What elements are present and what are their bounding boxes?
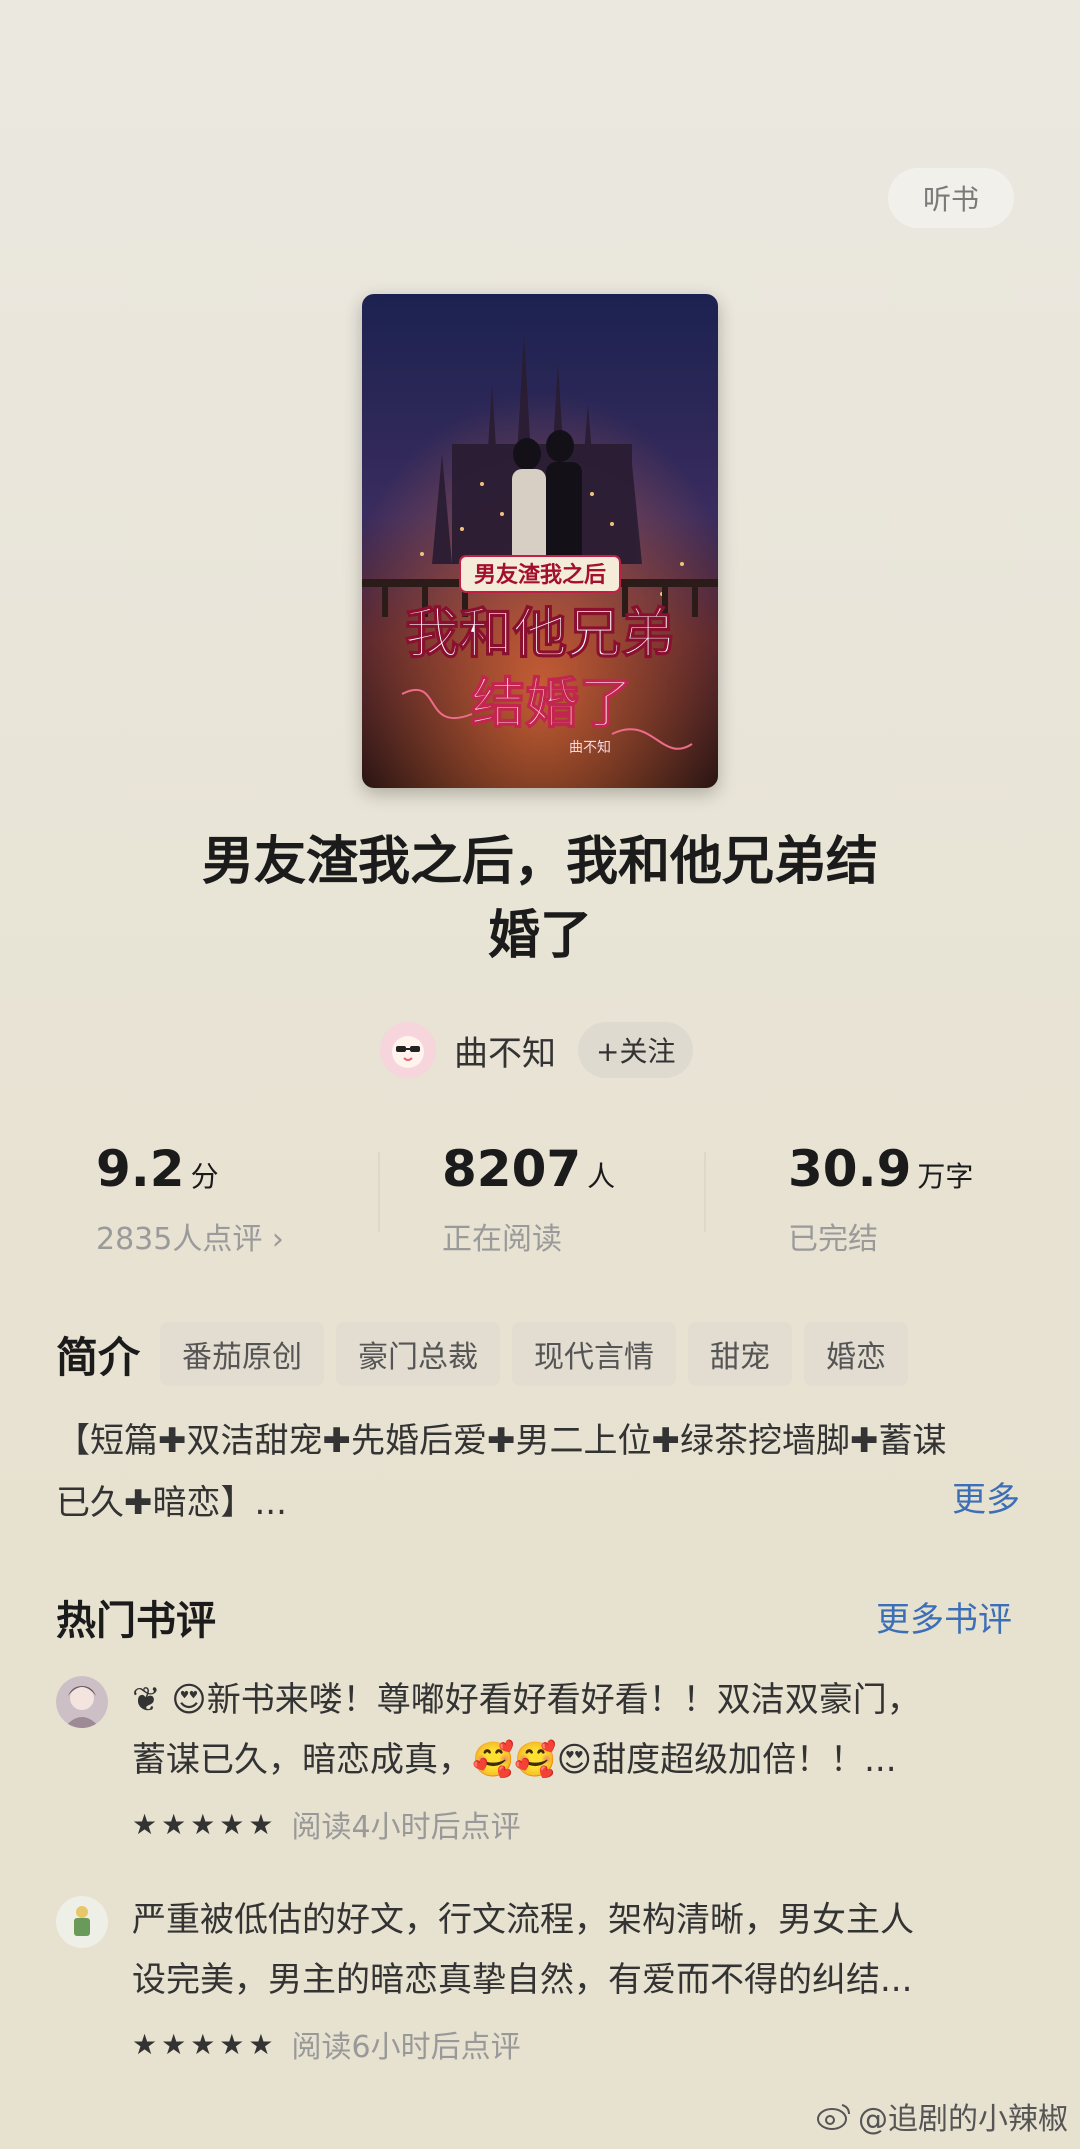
intro-label: 简介 [56,1332,141,1382]
review-item[interactable]: 严重被低估的好文，行文流程，架构清晰，男女主人 设完美，男主的暗恋真挚自然，有爱… [0,1896,1080,2076]
words-unit: 万字 [917,1160,974,1193]
rating-stars: ★★★★★ [132,1807,278,1841]
follow-button[interactable]: +关注 [578,1022,694,1078]
review-text: 严重被低估的好文，行文流程，架构清晰，男女主人 设完美，男主的暗恋真挚自然，有爱… [132,1890,1012,2010]
cover-title-bottom: 结婚了 [471,671,633,735]
cover-title-main: 我和他兄弟 [405,601,675,665]
book-stats: 9.2 分 2835人点评 › 8207 人 正在阅读 30.9 万字 已完结 [0,1140,1080,1260]
readers-value: 8207 [442,1140,582,1198]
reviews-title: 热门书评 [56,1598,216,1644]
intro-text-line1: 【短篇✚双洁甜宠✚先婚后爱✚男二上位✚绿茶挖墙脚✚蓄谋 [56,1421,947,1461]
book-title-line2: 婚了 [487,906,592,966]
tag[interactable]: 现代言情 [512,1322,677,1386]
avatar-sunglasses-icon [380,1022,436,1078]
words-value: 30.9 [788,1140,912,1198]
score-unit: 分 [190,1160,219,1193]
listen-button[interactable]: 听书 [888,168,1014,228]
author-row: 曲不知 +关注 [380,1020,694,1080]
review-text-line1: ❦ 😍新书来喽！尊嘟好看好看好看！！双洁双豪门， [132,1680,921,1720]
intro-more-link[interactable]: 更多 [952,1472,1020,1521]
review-item[interactable]: ❦ 😍新书来喽！尊嘟好看好看好看！！双洁双豪门， 蓄谋已久，暗恋成真，🥰🥰😍甜度… [0,1676,1080,1856]
author-avatar[interactable] [380,1022,436,1078]
intro-text-line2: 已久✚暗恋】... [56,1483,287,1523]
stat-words: 30.9 万字 已完结 [788,1140,973,1258]
stats-divider [704,1152,706,1232]
score-value: 9.2 [96,1140,185,1198]
watermark: @追剧的小辣椒 [816,2094,1068,2138]
review-meta: ★★★★★ 阅读6小时后点评 [132,2022,521,2066]
tag[interactable]: 番茄原创 [160,1322,325,1386]
weibo-logo-icon [817,2104,850,2130]
tag[interactable]: 甜宠 [688,1322,793,1386]
review-text-line2: 蓄谋已久，暗恋成真，🥰🥰😍甜度超级加倍！！... [132,1740,897,1780]
watermark-text: @追剧的小辣椒 [858,2102,1068,2137]
review-text-line2: 设完美，男主的暗恋真挚自然，有爱而不得的纠结... [132,1960,913,2000]
readers-label: 正在阅读 [442,1222,562,1257]
author-name[interactable]: 曲不知 [454,1026,556,1075]
score-review-count[interactable]: 2835人点评 › [96,1214,284,1258]
tag[interactable]: 豪门总裁 [336,1322,501,1386]
reviewer-avatar-icon [56,1896,108,1948]
review-text-line1: 严重被低估的好文，行文流程，架构清晰，男女主人 [132,1900,914,1940]
stats-divider [378,1152,380,1232]
tag[interactable]: 婚恋 [804,1322,909,1386]
stat-score[interactable]: 9.2 分 2835人点评 › [96,1140,284,1258]
review-time: 阅读6小时后点评 [291,2030,521,2065]
stat-readers: 8207 人 正在阅读 [442,1140,615,1258]
reviewer-avatar-icon [56,1676,108,1728]
intro-text: 【短篇✚双洁甜宠✚先婚后爱✚男二上位✚绿茶挖墙脚✚蓄谋 已久✚暗恋】... [56,1410,1026,1534]
reviewer-avatar[interactable] [56,1896,108,1948]
review-meta: ★★★★★ 阅读4小时后点评 [132,1802,521,1846]
review-time: 阅读4小时后点评 [291,1810,521,1845]
review-text: ❦ 😍新书来喽！尊嘟好看好看好看！！双洁双豪门， 蓄谋已久，暗恋成真，🥰🥰😍甜度… [132,1670,1012,1790]
words-status: 已完结 [788,1222,878,1257]
cover-title-top: 男友渣我之后 [474,562,606,588]
book-title-line1: 男友渣我之后，我和他兄弟结 [201,832,878,892]
cover-author-sig: 曲不知 [569,739,611,756]
rating-stars: ★★★★★ [132,2027,278,2061]
book-title: 男友渣我之后，我和他兄弟结 婚了 [140,825,940,973]
more-reviews-link[interactable]: 更多书评 [876,1592,1012,1641]
reviewer-avatar[interactable] [56,1676,108,1728]
book-cover[interactable]: 男友渣我之后 我和他兄弟 结婚了 曲不知 [362,294,718,788]
intro-row: 简介 番茄原创 豪门总裁 现代言情 甜宠 婚恋 [56,1322,920,1386]
readers-unit: 人 [587,1160,616,1193]
